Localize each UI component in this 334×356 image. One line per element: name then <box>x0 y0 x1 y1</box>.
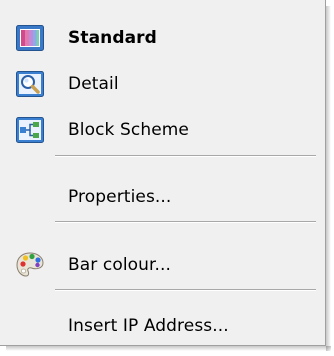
menu-item-detail-label: Detail <box>68 74 119 94</box>
palette-icon <box>15 250 45 280</box>
menu-separator <box>55 221 316 223</box>
menu-item-block-scheme-label: Block Scheme <box>68 120 189 140</box>
menu-item-bar-colour-label: Bar colour... <box>68 255 172 275</box>
menu-separator <box>55 155 316 157</box>
menu-shadow <box>326 6 331 351</box>
menu-item-standard[interactable]: Standard <box>0 18 325 58</box>
menu-item-properties-label: Properties... <box>68 187 172 207</box>
block-scheme-icon <box>15 115 45 145</box>
detail-magnifier-icon <box>15 69 45 99</box>
menu-item-bar-colour[interactable]: Bar colour... <box>0 245 325 285</box>
menu-separator <box>55 289 316 291</box>
menu-shadow <box>6 346 331 351</box>
menu-item-insert-ip-address[interactable]: Insert IP Address... <box>0 306 325 346</box>
menu-item-block-scheme[interactable]: Block Scheme <box>0 110 325 150</box>
menu-item-detail[interactable]: Detail <box>0 64 325 104</box>
menu-item-standard-label: Standard <box>68 28 157 48</box>
menu-item-properties[interactable]: Properties... <box>0 177 325 217</box>
standard-view-icon <box>15 23 45 53</box>
menu-item-insert-ip-address-label: Insert IP Address... <box>68 316 229 336</box>
context-menu: Standard Detail Block Scheme Properties.… <box>0 0 326 346</box>
